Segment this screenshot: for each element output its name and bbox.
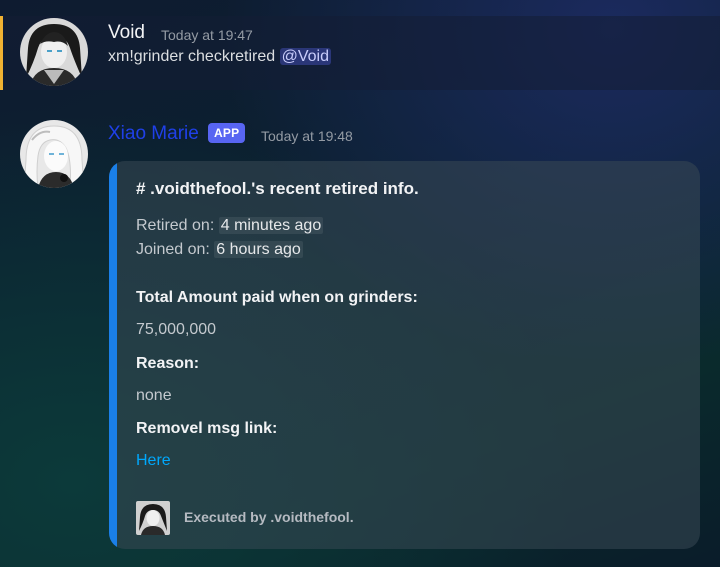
embed-title: # .voidthefool.'s recent retired info. [136, 179, 419, 198]
retired-label: Retired on: [136, 217, 219, 234]
embed-accent-bar [109, 161, 117, 549]
embed-footer-text: Executed by .voidthefool. [184, 509, 354, 525]
user-mention[interactable]: @Void [279, 48, 332, 65]
field-name-total-amount: Total Amount paid when on grinders: [136, 289, 418, 306]
command-text: xm!grinder checkretired [108, 48, 280, 65]
mention-highlight-bar [0, 16, 3, 90]
footer-avatar-icon [136, 501, 170, 535]
message-void: Void Today at 19:47 xm!grinder checkreti… [0, 16, 720, 90]
void-avatar[interactable] [20, 18, 88, 86]
removel-msg-link[interactable]: Here [136, 452, 171, 470]
joined-on-line: Joined on: 6 hours ago [136, 241, 303, 259]
field-name-reason: Reason: [136, 355, 200, 372]
app-badge: APP [208, 123, 246, 143]
field-name-removel-link: Removel msg link: [136, 420, 278, 437]
xiao-marie-avatar[interactable] [20, 120, 88, 188]
retired-value: 4 minutes ago [218, 217, 324, 234]
joined-value: 6 hours ago [214, 241, 303, 258]
message-content: xm!grinder checkretired @Void [108, 48, 332, 66]
retired-on-line: Retired on: 4 minutes ago [136, 217, 324, 235]
username-xiao-marie[interactable]: Xiao Marie [108, 123, 199, 145]
embed-card: # .voidthefool.'s recent retired info. R… [109, 161, 700, 549]
field-value-total-amount: 75,000,000 [136, 321, 217, 338]
joined-label: Joined on: [136, 241, 215, 258]
username-void[interactable]: Void [108, 22, 145, 44]
message-timestamp: Today at 19:48 [261, 128, 353, 144]
field-value-reason: none [136, 387, 172, 404]
message-timestamp: Today at 19:47 [161, 27, 253, 43]
